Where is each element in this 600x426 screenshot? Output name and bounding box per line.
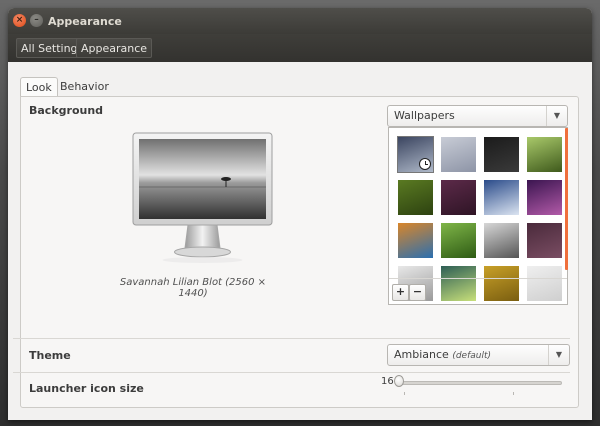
chevron-down-icon: ▼ — [546, 106, 567, 126]
tab-look[interactable]: Look — [20, 77, 58, 97]
wallpaper-thumb-9[interactable] — [398, 223, 433, 258]
wallpaper-thumb-5[interactable] — [398, 180, 433, 215]
close-button[interactable]: × — [13, 14, 26, 27]
wallpaper-source-value: Wallpapers — [394, 109, 455, 122]
wallpaper-thumb-10[interactable] — [441, 223, 476, 258]
wallpaper-thumb-1[interactable] — [397, 136, 434, 173]
theme-default-note: (default) — [452, 351, 492, 361]
wallpaper-thumb-11[interactable] — [484, 223, 519, 258]
background-label: Background — [29, 104, 104, 117]
wallpaper-thumb-12[interactable] — [527, 223, 562, 258]
wallpaper-thumb-7[interactable] — [484, 180, 519, 215]
wallpaper-source-dropdown[interactable]: Wallpapers ▼ — [387, 105, 568, 127]
theme-label: Theme — [29, 349, 71, 362]
launcher-size-value: 16 — [381, 376, 394, 387]
wallpaper-thumb-8[interactable] — [527, 180, 562, 215]
section-divider — [13, 338, 570, 339]
theme-dropdown[interactable]: Ambiance (default) ▼ — [387, 344, 570, 366]
wallpaper-preview — [139, 139, 266, 219]
launcher-size-slider[interactable] — [398, 381, 562, 385]
slider-tick — [513, 392, 514, 395]
remove-wallpaper-button[interactable]: − — [409, 284, 426, 301]
wallpaper-thumb-4[interactable] — [527, 137, 562, 172]
clock-icon — [419, 158, 431, 170]
title-bar: × – Appearance — [8, 8, 592, 34]
grid-toolbar: + − — [389, 278, 567, 305]
chevron-down-icon: ▼ — [548, 345, 569, 365]
breadcrumb-appearance[interactable]: Appearance — [76, 38, 153, 58]
window-title: Appearance — [48, 15, 122, 28]
breadcrumb: All Settings Appearance — [8, 34, 592, 62]
tab-behavior[interactable]: Behavior — [55, 77, 114, 97]
add-wallpaper-button[interactable]: + — [392, 284, 409, 301]
monitor-preview — [132, 132, 273, 263]
wallpaper-thumb-6[interactable] — [441, 180, 476, 215]
section-divider — [13, 372, 570, 373]
slider-tick — [404, 392, 405, 395]
wallpaper-caption: Savannah Lilian Blot (2560 × 1440) — [119, 277, 267, 299]
theme-value: Ambiance — [394, 348, 449, 361]
wallpaper-thumb-3[interactable] — [484, 137, 519, 172]
grid-scrollbar[interactable] — [565, 128, 568, 270]
launcher-size-label: Launcher icon size — [29, 382, 144, 395]
minimize-button[interactable]: – — [30, 14, 43, 27]
wallpaper-thumb-2[interactable] — [441, 137, 476, 172]
wallpaper-grid: + − — [388, 127, 568, 305]
slider-handle[interactable] — [394, 375, 404, 387]
